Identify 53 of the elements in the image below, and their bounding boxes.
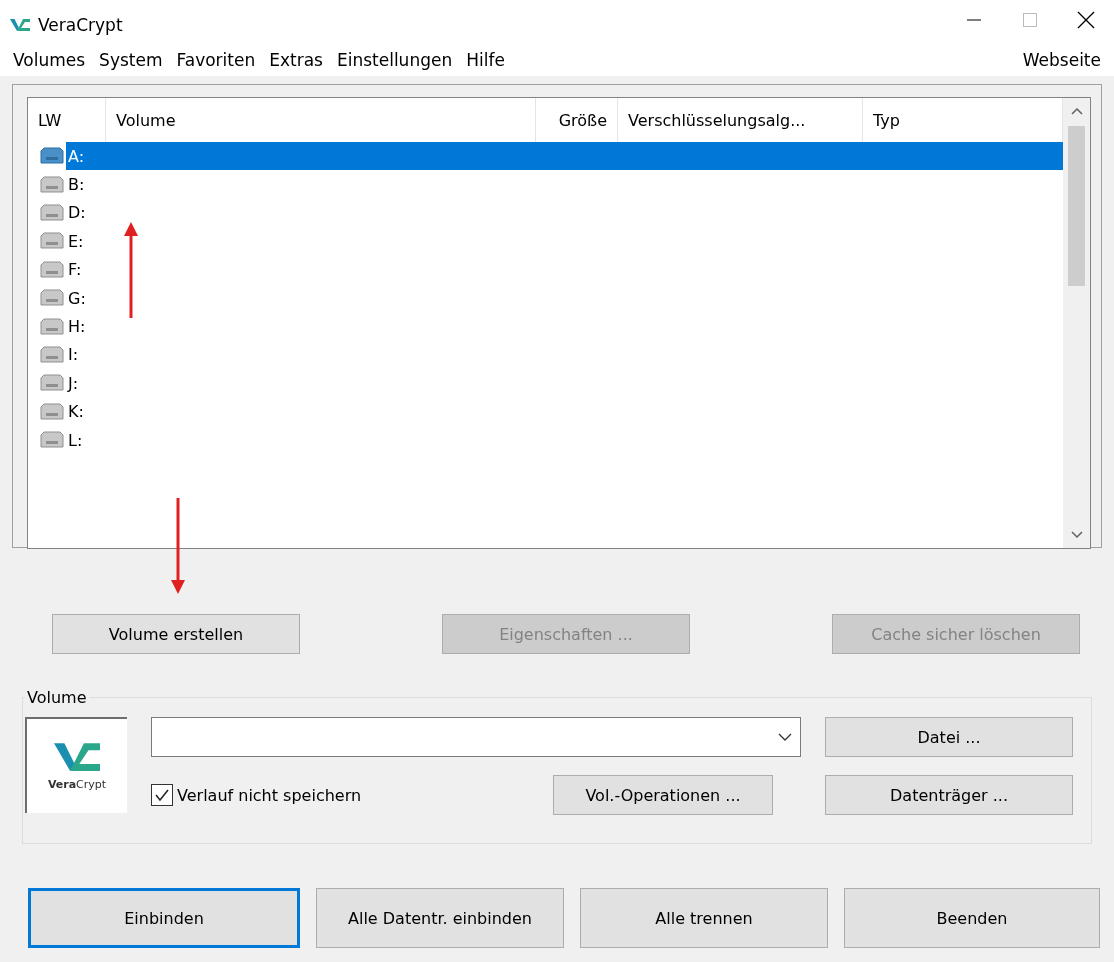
checkbox[interactable] (151, 784, 173, 806)
drive-row[interactable]: E: (66, 227, 1063, 256)
group-title: Volume (26, 688, 88, 707)
drive-row[interactable]: D: (66, 198, 1063, 228)
drive-icon (38, 289, 66, 308)
volume-path-field[interactable] (151, 717, 801, 757)
menu-item[interactable]: Hilfe (459, 50, 512, 70)
drive-icon (38, 175, 66, 194)
action-button[interactable]: Alle Datentr. einbinden (316, 888, 564, 948)
menu-item[interactable]: Volumes (6, 50, 93, 70)
file-button[interactable]: Datei ... (825, 717, 1073, 757)
drive-icon (38, 232, 66, 251)
scroll-thumb[interactable] (1068, 126, 1085, 286)
menu-item[interactable]: Einstellungen (329, 50, 460, 70)
volume-operations-button[interactable]: Vol.-Operationen ... (553, 775, 773, 815)
logo: VeraCrypt (25, 717, 127, 813)
window-title: VeraCrypt (38, 15, 124, 35)
drive-row[interactable]: B: (66, 170, 1063, 199)
maximize-icon (1022, 12, 1038, 28)
action-button[interactable]: Volume erstellen (52, 614, 300, 654)
drive-icon (38, 260, 66, 279)
drive-icon (38, 402, 66, 421)
drive-row[interactable]: I: (66, 340, 1063, 370)
dropdown-caret-icon (778, 732, 792, 742)
menu-item[interactable]: System (92, 50, 170, 70)
scrollbar[interactable] (1063, 98, 1090, 548)
drive-row[interactable]: L: (66, 425, 1063, 455)
drive-icon (38, 203, 66, 222)
menu-item[interactable]: Extras (262, 50, 330, 70)
scroll-down-icon[interactable] (1070, 530, 1083, 540)
drive-row[interactable]: F: (66, 255, 1063, 284)
drive-icon (38, 431, 66, 450)
scroll-up-icon[interactable] (1070, 106, 1083, 116)
drive-icon (38, 317, 66, 336)
website-link[interactable]: Webseite (1015, 50, 1108, 70)
drive-icon (38, 374, 66, 393)
checkbox-label: Verlauf nicht speichern (177, 785, 362, 805)
drive-icon (38, 147, 66, 166)
drive-row[interactable]: J: (66, 369, 1063, 398)
menu-item[interactable]: Favoriten (169, 50, 263, 70)
drive-icon (38, 345, 66, 364)
drive-row[interactable]: G: (66, 283, 1063, 313)
drive-row[interactable]: H: (66, 312, 1063, 341)
action-button[interactable]: Beenden (844, 888, 1100, 948)
action-button[interactable]: Alle trennen (580, 888, 828, 948)
check-icon (154, 788, 170, 802)
close-icon (1077, 11, 1095, 29)
device-button[interactable]: Datenträger ... (825, 775, 1073, 815)
minimize-icon (966, 19, 982, 21)
action-button[interactable]: Einbinden (28, 888, 300, 948)
app-icon (10, 18, 30, 32)
drive-row[interactable]: K: (66, 397, 1063, 426)
drive-row[interactable]: A: (66, 142, 1063, 171)
